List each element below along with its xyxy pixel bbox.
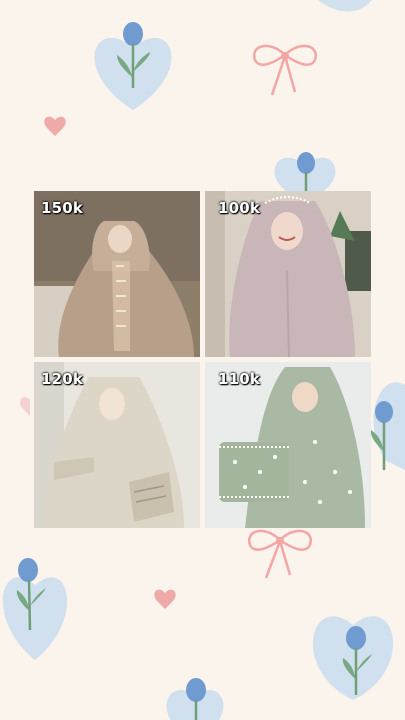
price-label: 100k — [218, 199, 261, 217]
price-label: 110k — [218, 370, 261, 388]
product-card-2[interactable]: 100k — [205, 191, 371, 357]
price-label: 150k — [41, 199, 84, 217]
product-card-4[interactable]: 110k — [205, 362, 371, 528]
bow-decoration — [253, 44, 317, 96]
product-card-3[interactable]: 120k — [34, 362, 200, 528]
product-card-1[interactable]: 150k — [34, 191, 200, 357]
price-label: 120k — [41, 370, 84, 388]
product-grid: 150k 100k 120k 110k — [34, 191, 372, 528]
tulip-heart-decoration — [94, 22, 172, 110]
